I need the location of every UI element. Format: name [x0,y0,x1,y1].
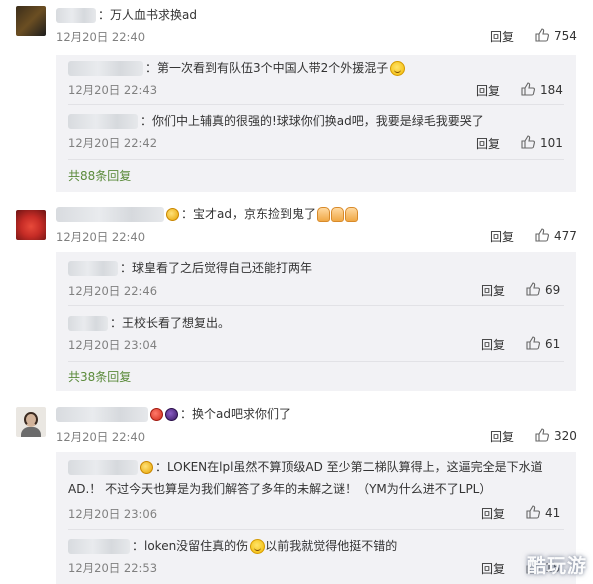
username-blurred[interactable] [56,8,96,23]
reply-time: 12月20日 22:42 [68,136,158,150]
divider [68,104,564,105]
reply-text: ：你们中上辅真的很强的!球球你们换ad吧，我要是绿毛我要哭了 [68,113,484,129]
username-blurred[interactable] [68,114,138,129]
username-blurred[interactable] [56,407,148,422]
member-badge-icon [150,408,163,421]
comment-time: 12月20日 22:40 [56,30,146,44]
like-button[interactable]: 754 [535,28,577,44]
more-replies-link[interactable]: 共38条回复 [68,368,131,385]
comment-text: ：万人血书求换ad [56,7,197,23]
reply-button[interactable]: 回复 [490,28,514,45]
reply-button[interactable]: 回复 [481,282,505,299]
avatar[interactable] [16,6,46,36]
like-count: 69 [545,283,561,297]
reply-time: 12月20日 22:43 [68,83,158,97]
like-count: 41 [545,506,561,520]
thumbs-up-icon [526,505,540,519]
avatar[interactable] [16,407,46,437]
reply-time: 12月20日 23:06 [68,507,158,521]
divider [68,529,564,530]
thumbs-up-emoji-icon [330,207,344,222]
avatar[interactable] [16,210,46,240]
thumbs-up-icon [535,428,549,442]
like-count: 477 [554,229,577,243]
reply-text: ：王校长看了想复出。 [68,315,230,331]
thumbs-up-icon [526,336,540,350]
thumbs-up-icon [521,82,535,96]
like-button[interactable]: 41 [526,505,560,521]
like-button[interactable]: 477 [535,228,577,244]
member-badge-icon [166,208,179,221]
thumbs-up-icon [535,228,549,242]
comment-text: ：宝才ad，京东捡到鬼了 [56,206,358,222]
like-button[interactable]: 320 [535,428,577,444]
reply-button[interactable]: 回复 [490,228,514,245]
like-count: 61 [545,337,561,351]
username-blurred[interactable] [56,207,164,222]
username-blurred[interactable] [68,316,108,331]
thumbs-up-emoji-icon [344,207,358,222]
like-button[interactable]: 101 [521,135,563,151]
reply-list: ：LOKEN在lpl虽然不算顶级AD 至少第二梯队算得上，这逼完全是下水道 AD… [56,452,576,584]
thumbs-up-icon [521,135,535,149]
reply-list: ：球皇看了之后觉得自己还能打两年 12月20日 22:46 回复 69 ：王校长… [56,252,576,391]
reply-time: 12月20日 22:46 [68,284,158,298]
like-count: 754 [554,29,577,43]
sad-emoji-icon [250,539,266,554]
reply-button[interactable]: 回复 [476,82,500,99]
divider [68,305,564,306]
divider [68,159,564,160]
level-badge-icon [165,408,178,421]
smile-emoji-icon [390,61,406,76]
like-button[interactable]: 184 [521,82,563,98]
member-badge-icon [140,461,153,474]
reply-time: 12月20日 22:53 [68,561,158,575]
like-button[interactable]: 61 [526,336,560,352]
reply-list: ：第一次看到有队伍3个中国人带2个外援混子 12月20日 22:43 回复 18… [56,55,576,192]
more-replies-link[interactable]: 共88条回复 [68,167,131,184]
thumbs-up-icon [535,28,549,42]
watermark: 酷玩游 [526,555,587,577]
like-count: 101 [540,136,563,150]
like-count: 320 [554,429,577,443]
comment-time: 12月20日 22:40 [56,230,146,244]
reply-button[interactable]: 回复 [476,135,500,152]
thumbs-up-emoji-icon [316,207,330,222]
reply-time: 12月20日 23:04 [68,338,158,352]
like-count: 184 [540,83,563,97]
reply-text: ：LOKEN在lpl虽然不算顶级AD 至少第二梯队算得上，这逼完全是下水道 AD… [68,460,543,496]
reply-text: ：球皇看了之后觉得自己还能打两年 [68,260,312,276]
username-blurred[interactable] [68,460,138,475]
reply-button[interactable]: 回复 [481,505,505,522]
divider [68,361,564,362]
reply-button[interactable]: 回复 [490,428,514,445]
reply-button[interactable]: 回复 [481,560,505,577]
thumbs-up-icon [526,282,540,296]
reply-text: ：第一次看到有队伍3个中国人带2个外援混子 [68,60,406,76]
username-blurred[interactable] [68,539,130,554]
reply-button[interactable]: 回复 [481,336,505,353]
comment-text: ：换个ad吧求你们了 [56,406,291,422]
like-button[interactable]: 69 [526,282,560,298]
username-blurred[interactable] [68,261,118,276]
username-blurred[interactable] [68,61,143,76]
comment-time: 12月20日 22:40 [56,430,146,444]
reply-text: ：loken没留住真的伤 以前我就觉得他挺不错的 [68,538,397,554]
